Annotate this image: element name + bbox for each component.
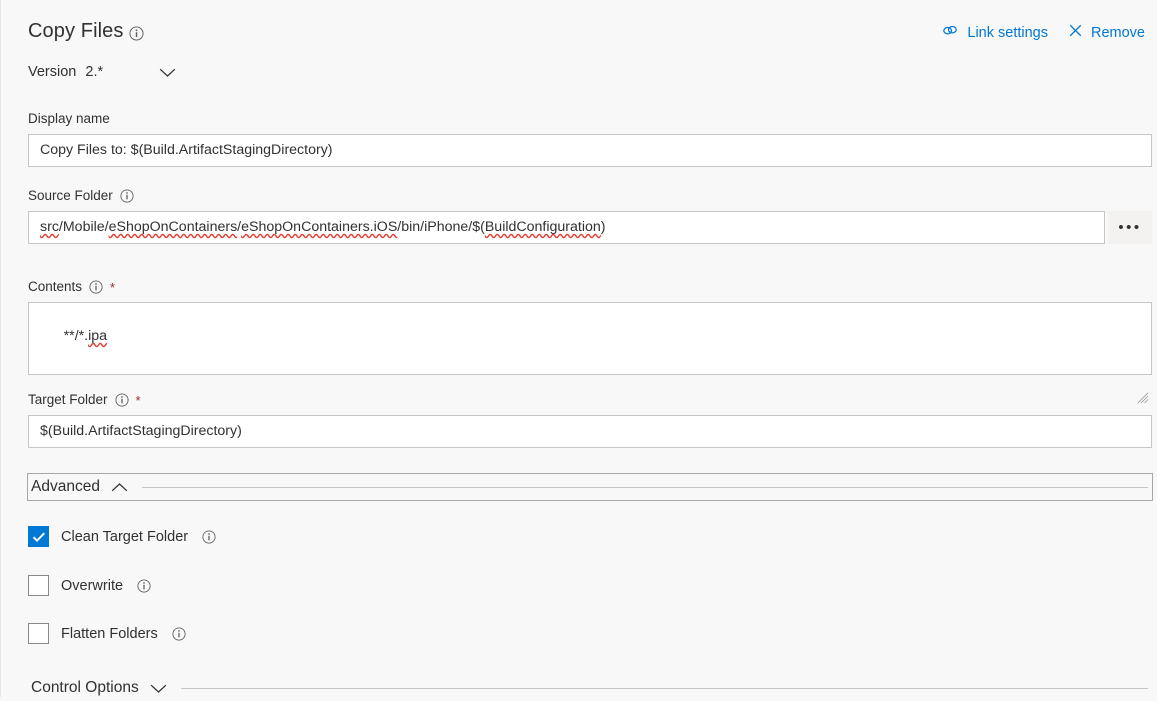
version-selector[interactable]: Version 2.* (28, 64, 176, 80)
text-token: ) (601, 219, 606, 235)
textarea-resize-grip[interactable] (1137, 360, 1149, 372)
display-name-field: Display name Copy Files to: $(Build.Arti… (28, 110, 1152, 167)
info-circle-icon[interactable] (202, 530, 216, 544)
source-folder-input-row: src/Mobile/eShopOnContainers/eShopOnCont… (28, 211, 1152, 244)
remove-button[interactable]: Remove (1068, 23, 1145, 42)
target-folder-label-row: Target Folder * (28, 391, 1152, 408)
close-x-icon (1068, 23, 1083, 42)
chevron-up-icon[interactable] (111, 482, 128, 493)
text-token: /bin/iPhone/$( (397, 219, 485, 235)
info-circle-icon[interactable] (137, 579, 151, 593)
source-folder-field: Source Folder src/Mobile/eShopOnContaine… (28, 187, 1152, 244)
link-settings-label: Link settings (967, 25, 1048, 41)
chain-link-icon (941, 23, 959, 42)
chevron-down-icon[interactable] (159, 67, 176, 78)
info-circle-icon[interactable] (89, 280, 103, 294)
target-folder-input-row: $(Build.ArtifactStagingDirectory) (28, 415, 1152, 448)
page-title: Copy Files (28, 20, 123, 43)
display-name-label: Display name (28, 111, 110, 126)
info-circle-icon[interactable] (172, 627, 186, 641)
source-folder-label-row: Source Folder (28, 187, 1152, 204)
browse-ellipsis-button[interactable]: ••• (1108, 211, 1152, 244)
copy-files-task-editor: Copy Files Link settings (0, 0, 1157, 697)
overwrite-label: Overwrite (61, 578, 123, 594)
display-name-label-row: Display name (28, 110, 1152, 127)
info-circle-icon[interactable] (115, 393, 129, 407)
link-settings-button[interactable]: Link settings (941, 23, 1048, 42)
flatten-folders-checkbox-row[interactable]: Flatten Folders (28, 623, 186, 644)
control-options-section-header[interactable]: Control Options (28, 675, 1152, 701)
target-folder-input[interactable]: $(Build.ArtifactStagingDirectory) (28, 415, 1152, 448)
chevron-down-icon[interactable] (150, 683, 167, 694)
display-name-input[interactable]: Copy Files to: $(Build.ArtifactStagingDi… (28, 134, 1152, 167)
flatten-folders-checkbox[interactable] (28, 623, 49, 644)
required-marker: * (110, 281, 115, 294)
info-circle-icon[interactable] (120, 189, 134, 203)
misspelled-token: eShopOnContainers.iOS (241, 219, 397, 235)
clean-target-folder-label: Clean Target Folder (61, 529, 188, 545)
contents-field: Contents * **/*.ipa (28, 278, 1152, 375)
display-name-input-row: Copy Files to: $(Build.ArtifactStagingDi… (28, 134, 1152, 167)
required-marker: * (136, 394, 141, 407)
contents-textarea[interactable]: **/*.ipa (28, 302, 1152, 375)
advanced-section-title: Advanced (28, 478, 100, 496)
clean-target-folder-checkbox-row[interactable]: Clean Target Folder (28, 526, 216, 547)
misspelled-token: src (40, 219, 59, 235)
section-divider-line (181, 688, 1148, 689)
misspelled-token: BuildConfiguration (485, 219, 601, 235)
header-actions: Link settings Remove (941, 23, 1145, 42)
source-folder-label: Source Folder (28, 188, 113, 203)
misspelled-token: eShopOnContainers (109, 219, 238, 235)
overwrite-checkbox[interactable] (28, 575, 49, 596)
source-folder-input[interactable]: src/Mobile/eShopOnContainers/eShopOnCont… (28, 211, 1105, 244)
contents-label-row: Contents * (28, 278, 1152, 295)
remove-label: Remove (1091, 25, 1145, 41)
target-folder-field: Target Folder * $(Build.ArtifactStagingD… (28, 391, 1152, 448)
text-token: **/*. (64, 328, 88, 344)
clean-target-folder-checkbox[interactable] (28, 526, 49, 547)
overwrite-checkbox-row[interactable]: Overwrite (28, 575, 151, 596)
misspelled-token: ipa (88, 328, 107, 344)
target-folder-label: Target Folder (28, 392, 108, 407)
task-header: Copy Files Link settings (0, 0, 1157, 58)
info-circle-icon[interactable] (129, 26, 144, 41)
control-options-section-title: Control Options (28, 679, 139, 697)
version-value: 2.* (85, 64, 103, 80)
text-token: /Mobile/ (59, 219, 109, 235)
version-label: Version (28, 64, 76, 80)
section-divider-line (142, 487, 1148, 488)
flatten-folders-label: Flatten Folders (61, 626, 158, 642)
advanced-section-header[interactable]: Advanced (28, 474, 1152, 500)
contents-label: Contents (28, 279, 82, 294)
